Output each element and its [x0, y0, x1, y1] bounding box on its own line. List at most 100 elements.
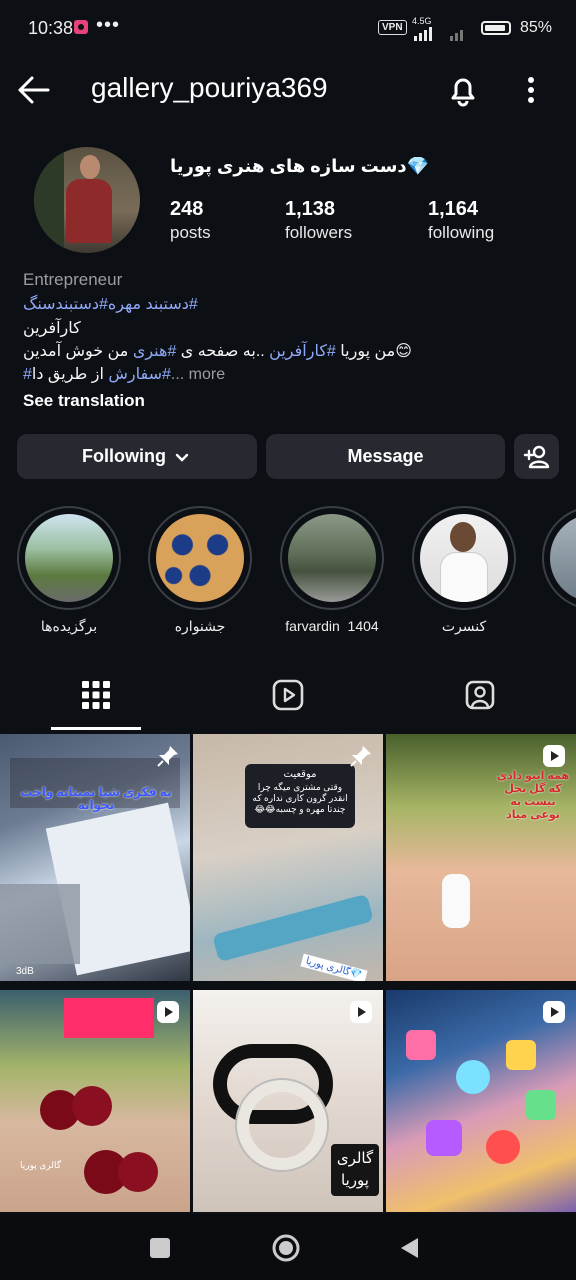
more-vertical-icon — [528, 77, 534, 103]
network-indicator: 4.5G — [412, 16, 463, 41]
highlight-ring — [542, 506, 576, 610]
vpn-indicator: VPN — [378, 20, 407, 35]
highlight-label: farvardin 1404 — [285, 618, 379, 634]
reels-icon — [272, 679, 304, 711]
bio-line-2: کارآفرین — [23, 320, 81, 337]
square-icon — [150, 1238, 170, 1258]
highlight-cover-image — [25, 514, 113, 602]
post-overlay-text: وقتی مشتری میگه چرا انقدر گرون کاری ندار… — [252, 782, 348, 814]
message-button[interactable]: Message — [266, 434, 505, 479]
post-watermark: گالری — [336, 1150, 374, 1167]
more-options-button[interactable] — [516, 72, 546, 108]
grid-post[interactable] — [386, 990, 576, 1212]
post-image — [526, 1090, 556, 1120]
post-image — [486, 1130, 520, 1164]
bio-hashtag[interactable]: #کارآفرین — [269, 343, 336, 360]
bio-hashtag[interactable]: #دستبند مهره — [108, 296, 198, 313]
highlight-ring — [280, 506, 384, 610]
grid-post[interactable]: به فکری شیا نمیتانه واخت نجوانه 3dB — [0, 734, 190, 981]
grid-post[interactable]: گالری پوریا — [0, 990, 190, 1212]
following-button-label: Following — [82, 446, 166, 466]
posts-label: posts — [170, 223, 211, 242]
bio-more-link[interactable]: ... more — [171, 366, 225, 383]
highlight-label: کنسرت — [441, 618, 487, 634]
highlight-item[interactable] — [542, 506, 576, 610]
profile-username: gallery_pouriya369 — [91, 72, 328, 103]
add-person-icon — [523, 445, 549, 468]
highlight-item[interactable]: جشنواره — [147, 506, 253, 635]
highlight-item[interactable]: برگزیده‌ها — [16, 506, 122, 635]
post-image — [72, 1086, 112, 1126]
highlight-ring — [412, 506, 516, 610]
avatar-person — [66, 179, 112, 243]
reel-icon — [543, 745, 565, 767]
battery-icon — [481, 21, 511, 35]
tab-tagged[interactable] — [432, 664, 528, 726]
more-notifications-icon: ••• — [96, 14, 121, 36]
post-watermark: 💎گالری پوریا — [300, 953, 368, 981]
highlight-label: برگزیده‌ها — [40, 618, 98, 634]
grid-post[interactable]: موقعیت وقتی مشتری میگه چرا انقدر گرون کا… — [193, 734, 383, 981]
bio-hashtag[interactable]: #هنری — [133, 343, 177, 360]
grid-post[interactable]: گالری پوریا — [193, 990, 383, 1212]
posts-stat[interactable]: 248 posts — [170, 198, 211, 243]
post-image — [237, 1080, 327, 1170]
reel-icon — [543, 1001, 565, 1023]
recent-apps-button[interactable] — [138, 1226, 182, 1270]
following-label: following — [428, 223, 495, 242]
bio-text: من خوش آمدین — [23, 343, 133, 360]
avatar-background — [34, 147, 64, 253]
profile-category: Entrepreneur — [23, 270, 123, 289]
highlight-item[interactable]: کنسرت — [411, 506, 517, 635]
back-button[interactable] — [14, 72, 54, 108]
highlight-ring — [148, 506, 252, 610]
bio-hashtag[interactable]: #سفارش — [108, 366, 171, 383]
bell-icon — [451, 78, 475, 107]
post-image — [442, 874, 470, 928]
reel-icon — [157, 1001, 179, 1023]
post-image — [118, 1152, 158, 1192]
posts-count: 248 — [170, 198, 204, 220]
tagged-icon — [465, 680, 495, 710]
bio-hashtag[interactable]: #دستبندسنگ — [23, 296, 108, 313]
app-notification-icon — [74, 20, 88, 34]
bio-text: از طریق دا — [31, 366, 109, 383]
tab-posts-grid[interactable] — [48, 664, 144, 726]
post-watermark-box: گالری پوریا — [331, 1144, 379, 1196]
following-stat[interactable]: 1,164 following — [428, 198, 494, 243]
back-arrow-icon — [18, 76, 50, 104]
post-corner-label: 3dB — [16, 966, 34, 977]
avatar-person-head — [80, 155, 100, 179]
active-tab-indicator — [51, 727, 141, 730]
add-user-button[interactable] — [514, 434, 559, 479]
message-button-label: Message — [347, 446, 424, 466]
system-back-button[interactable] — [388, 1226, 432, 1270]
see-translation-link[interactable]: See translation — [23, 391, 145, 411]
post-censor-block — [64, 998, 154, 1038]
following-button[interactable]: Following — [17, 434, 257, 479]
post-watermark: پوریا — [341, 1172, 369, 1189]
highlight-ring — [17, 506, 121, 610]
tab-reels[interactable] — [240, 664, 336, 726]
highlight-cover-image — [156, 514, 244, 602]
grid-icon — [82, 681, 110, 709]
followers-stat[interactable]: 1,138 followers — [285, 198, 352, 243]
bio-line-1: #دستبند مهره#دستبندسنگ — [23, 294, 198, 314]
home-button[interactable] — [264, 1226, 308, 1270]
highlight-label: جشنواره — [174, 618, 226, 634]
bio-line-4: # از طریق دا#سفارش... more — [23, 364, 225, 384]
bio-text: ..به صفحه ی — [176, 343, 270, 360]
grid-post[interactable]: همه اینو دادی که گل بحل نیست به نوعی میا… — [386, 734, 576, 981]
bio-hashtag[interactable]: # — [23, 366, 32, 383]
highlight-cover-image — [550, 514, 576, 602]
post-watermark: گالری پوریا — [20, 1160, 62, 1170]
chevron-down-icon — [175, 453, 189, 462]
notifications-button[interactable] — [443, 70, 483, 110]
post-image — [212, 893, 374, 963]
highlight-item[interactable]: farvardin 1404 — [279, 506, 385, 634]
highlight-cover-image — [288, 514, 376, 602]
status-bar: 10:38 ••• VPN 4.5G 85% — [0, 0, 576, 56]
pin-icon — [157, 746, 178, 767]
profile-avatar[interactable] — [34, 147, 140, 253]
network-type: 4.5G — [412, 16, 432, 26]
